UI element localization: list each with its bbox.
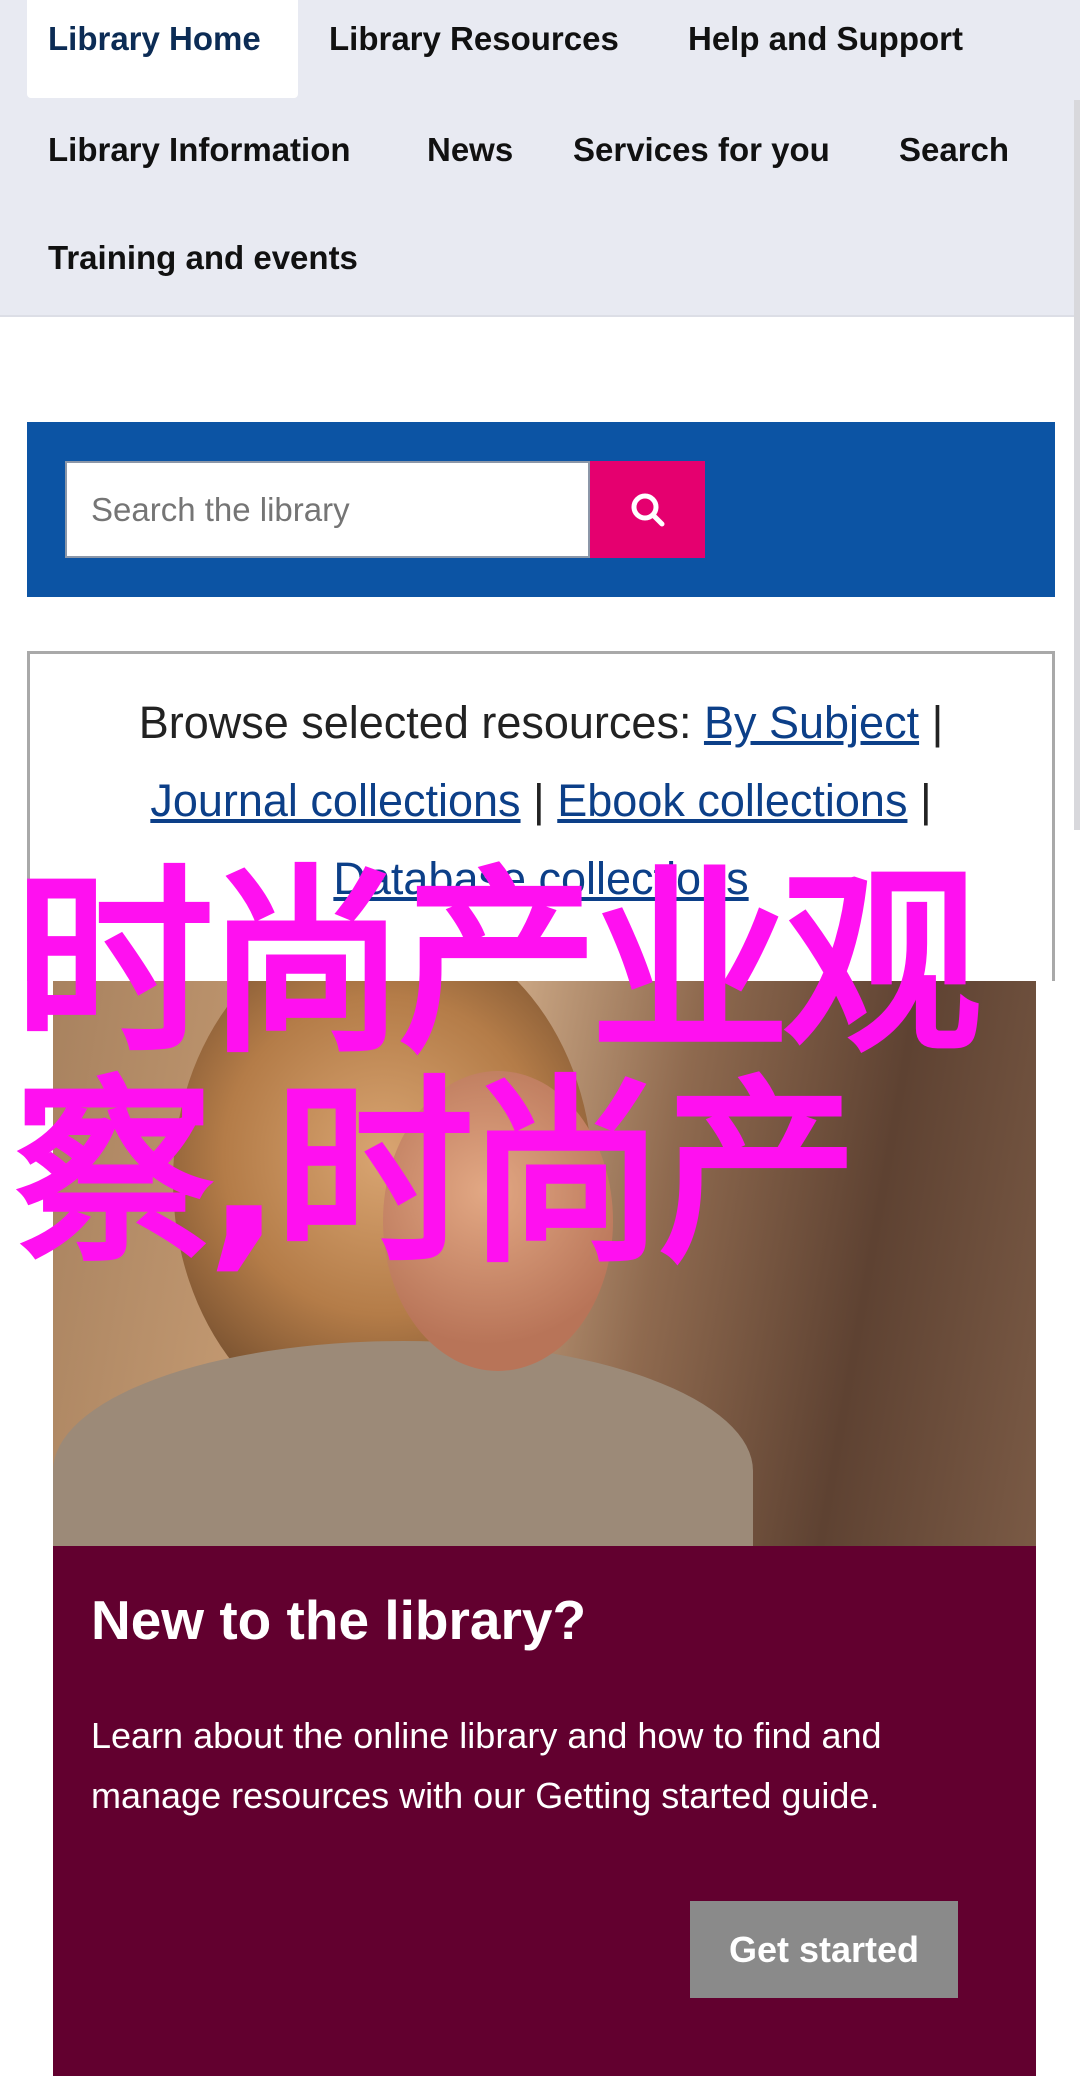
search-panel [27, 422, 1055, 597]
photo-face [383, 1071, 613, 1371]
nav-library-resources[interactable]: Library Resources [329, 20, 619, 58]
get-started-button[interactable]: Get started [690, 1901, 958, 1998]
link-by-subject[interactable]: By Subject [704, 697, 919, 748]
separator: | [907, 775, 932, 826]
search-button[interactable] [590, 461, 705, 558]
search-input[interactable] [65, 461, 590, 558]
link-journal-collections[interactable]: Journal collections [150, 775, 520, 826]
nav-help-and-support[interactable]: Help and Support [688, 20, 963, 58]
browse-resources: Browse selected resources: By Subject | … [27, 651, 1055, 981]
link-ebook-collections[interactable]: Ebook collections [557, 775, 907, 826]
nav-services-for-you[interactable]: Services for you [573, 131, 830, 169]
separator: | [919, 697, 944, 748]
link-database-collections[interactable]: Database collections [333, 853, 748, 904]
nav-library-home[interactable]: Library Home [48, 20, 261, 58]
search-icon [631, 493, 664, 526]
card-body: Learn about the online library and how t… [91, 1715, 882, 1816]
photo-shirt [53, 1341, 753, 1547]
top-navigation: Library Home Library Resources Help and … [0, 0, 1080, 317]
scrollbar[interactable] [1074, 100, 1080, 830]
separator: | [520, 775, 558, 826]
nav-news[interactable]: News [427, 131, 513, 169]
browse-prefix: Browse selected resources: [138, 697, 704, 748]
nav-search[interactable]: Search [899, 131, 1009, 169]
new-to-library-card: New to the library? Learn about the onli… [53, 1546, 1036, 2076]
nav-library-information[interactable]: Library Information [48, 131, 351, 169]
hero-photo [53, 981, 1036, 1547]
nav-training-and-events[interactable]: Training and events [48, 239, 358, 277]
card-title: New to the library? [91, 1589, 587, 1651]
